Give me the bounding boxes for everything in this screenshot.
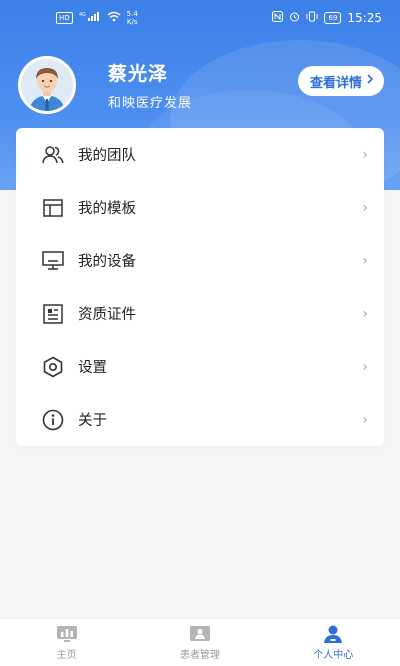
patient-card-icon: [189, 625, 210, 643]
user-name: 蔡光泽: [108, 63, 169, 85]
tab-patient-management-label: 患者管理: [179, 649, 220, 661]
tab-home-label: 主页: [56, 649, 77, 661]
hd-badge: HD: [56, 12, 73, 24]
speed-unit: K/s: [126, 18, 138, 26]
person-icon: [323, 625, 343, 643]
menu-item-label: 资质证件: [78, 307, 136, 323]
menu-item-template[interactable]: 我的模板 ›: [16, 181, 384, 234]
chevron-right-icon: ›: [362, 252, 368, 269]
team-icon: [42, 144, 64, 166]
signal-icon: 4G: [79, 11, 101, 25]
menu-item-label: 我的团队: [78, 148, 136, 164]
template-icon: [42, 197, 64, 219]
menu-item-label: 关于: [78, 413, 107, 429]
tab-personal-center[interactable]: 个人中心: [267, 619, 400, 666]
status-bar: HD 4G 5.4 K/s 69 15:25: [0, 0, 400, 36]
avatar[interactable]: [18, 56, 76, 114]
view-details-label: 查看详情: [309, 75, 362, 91]
view-details-button[interactable]: 查看详情: [297, 66, 384, 96]
speed-value: 5.4: [126, 10, 138, 18]
menu-item-team[interactable]: 我的团队 ›: [16, 128, 384, 181]
certificate-icon: [42, 303, 64, 325]
organization-name: 和映医疗发展: [108, 96, 193, 111]
svg-text:4G: 4G: [79, 12, 86, 18]
status-left: HD 4G 5.4 K/s: [56, 10, 138, 26]
network-speed: 5.4 K/s: [127, 10, 138, 26]
chevron-right-icon: ›: [362, 411, 368, 428]
alarm-icon: [289, 11, 300, 25]
tab-patient-management[interactable]: 患者管理: [133, 619, 266, 666]
chevron-right-icon: ›: [362, 358, 368, 375]
chevron-right-icon: [366, 73, 374, 89]
status-time: 15:25: [347, 11, 382, 25]
info-icon: [42, 409, 64, 431]
menu-item-devices[interactable]: 我的设备 ›: [16, 234, 384, 287]
home-chart-icon: [56, 625, 77, 643]
bottom-tab-bar: 主页 患者管理 个人中心: [0, 618, 400, 666]
chevron-right-icon: ›: [362, 146, 368, 163]
tab-home[interactable]: 主页: [0, 619, 133, 666]
user-avatar-icon: [21, 59, 73, 111]
monitor-icon: [42, 250, 64, 272]
menu-item-label: 我的设备: [78, 254, 136, 270]
wifi-icon: [107, 11, 121, 25]
menu-item-label: 设置: [78, 360, 107, 376]
menu-item-settings[interactable]: 设置 ›: [16, 340, 384, 393]
profile-text: 蔡光泽 和映医疗发展: [108, 59, 192, 111]
hexagon-settings-icon: [42, 356, 64, 378]
menu-item-certificates[interactable]: 资质证件 ›: [16, 287, 384, 340]
menu-item-about[interactable]: 关于 ›: [16, 393, 384, 446]
menu-item-label: 我的模板: [78, 201, 136, 217]
tab-personal-center-label: 个人中心: [313, 649, 354, 661]
nfc-icon: [272, 11, 284, 25]
battery-indicator: 69: [324, 12, 342, 24]
profile-section: 蔡光泽 和映医疗发展 查看详情: [18, 56, 384, 114]
menu-card: 我的团队 › 我的模板 › 我的设备 › 资质证件 › 设置 › 关于 ›: [16, 128, 384, 446]
chevron-right-icon: ›: [362, 305, 368, 322]
chevron-right-icon: ›: [362, 199, 368, 216]
status-right: 69 15:25: [272, 11, 382, 25]
vibrate-icon: [306, 11, 318, 25]
